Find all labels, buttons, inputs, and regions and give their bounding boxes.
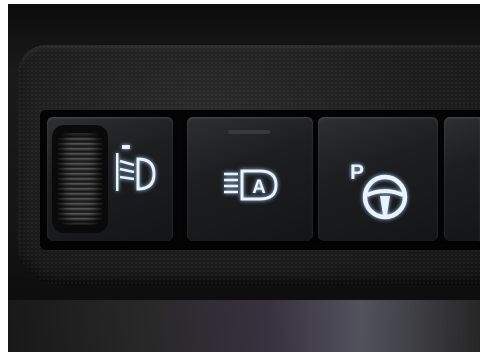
parking-letter: P bbox=[350, 161, 364, 184]
frame-left bbox=[0, 0, 8, 358]
lower-area bbox=[8, 300, 480, 352]
leveling-dial[interactable] bbox=[58, 133, 102, 225]
auto-high-beam-icon: A bbox=[222, 167, 282, 203]
switch-ridge bbox=[228, 130, 270, 134]
auto-high-beam-letter: A bbox=[252, 177, 266, 198]
partial-switch[interactable] bbox=[444, 117, 480, 241]
headlight-level-icon bbox=[110, 143, 164, 209]
frame-top bbox=[0, 0, 480, 4]
frame-bottom bbox=[0, 352, 480, 358]
parking-steering-icon: P bbox=[347, 157, 413, 223]
dashboard-photo: A P bbox=[0, 0, 480, 358]
